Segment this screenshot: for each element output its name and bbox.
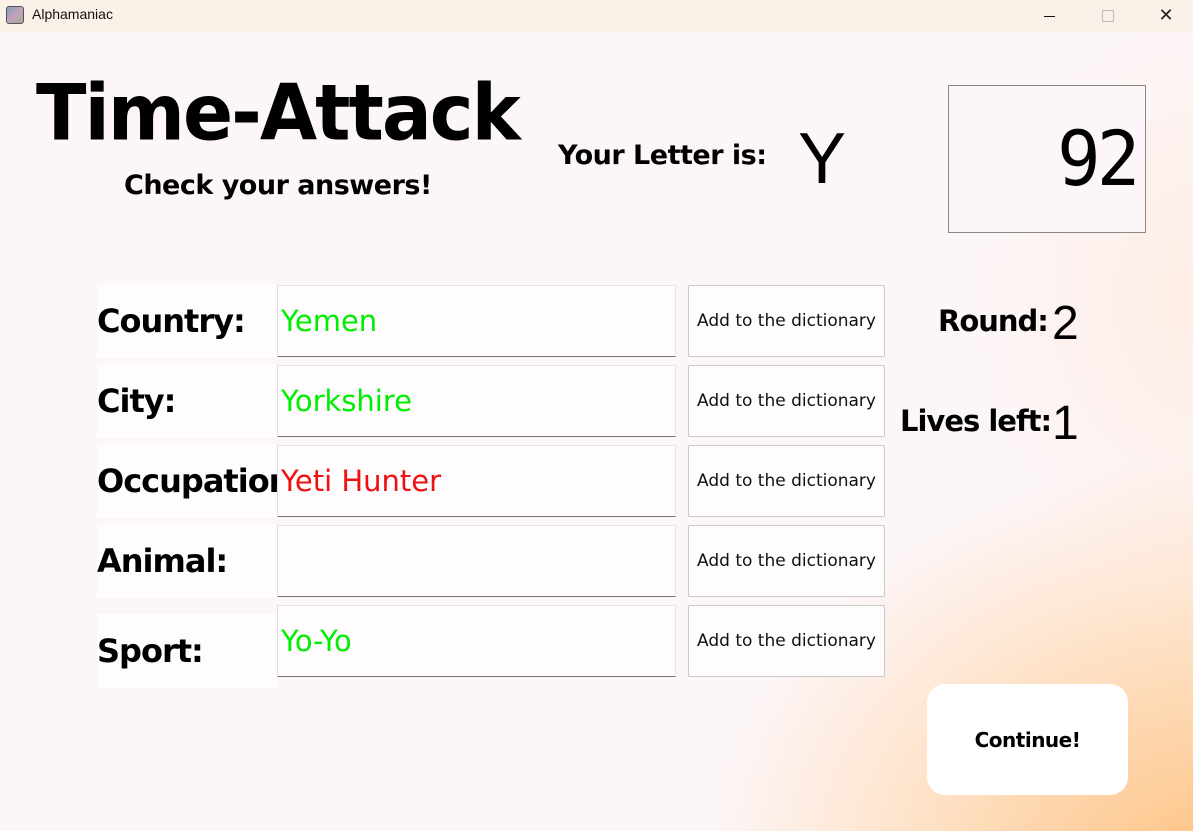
- round-label: Round:: [938, 304, 1049, 338]
- add-to-dictionary-button-occupation[interactable]: Add to the dictionary: [688, 445, 885, 517]
- lives-value: 1: [1052, 397, 1079, 450]
- page-title: Time-Attack: [36, 67, 521, 159]
- page-subtitle: Check your answers!: [124, 170, 432, 201]
- countdown-timer: 92: [948, 85, 1146, 233]
- continue-button[interactable]: Continue!: [927, 684, 1128, 795]
- add-to-dictionary-button-animal[interactable]: Add to the dictionary: [688, 525, 885, 597]
- close-button[interactable]: ✕: [1137, 0, 1193, 32]
- title-bar: Alphamaniac ✕: [0, 0, 1193, 32]
- answer-field-sport[interactable]: Yo-Yo: [277, 605, 676, 677]
- answer-field-animal[interactable]: [277, 525, 676, 597]
- maximize-icon: [1102, 10, 1114, 22]
- window-title: Alphamaniac: [32, 6, 113, 22]
- category-label-animal: Animal:: [97, 524, 277, 598]
- maximize-button[interactable]: [1079, 0, 1137, 32]
- category-label-sport: Sport:: [97, 614, 277, 688]
- letter-label: Your Letter is:: [558, 140, 767, 171]
- lives-label: Lives left:: [900, 404, 1052, 438]
- add-to-dictionary-button-sport[interactable]: Add to the dictionary: [688, 605, 885, 677]
- add-to-dictionary-button-country[interactable]: Add to the dictionary: [688, 285, 885, 357]
- minimize-button[interactable]: [1020, 0, 1078, 32]
- answer-field-occupation[interactable]: Yeti Hunter: [277, 445, 676, 517]
- minimize-icon: [1043, 15, 1055, 17]
- app-window: Alphamaniac ✕ Time-Attack Check your ans…: [0, 0, 1193, 831]
- category-label-country: Country:: [97, 284, 277, 358]
- answer-field-city[interactable]: Yorkshire: [277, 365, 676, 437]
- category-label-occupation: Occupation:: [97, 444, 303, 518]
- round-value: 2: [1052, 297, 1079, 350]
- add-to-dictionary-button-city[interactable]: Add to the dictionary: [688, 365, 885, 437]
- answer-field-country[interactable]: Yemen: [277, 285, 676, 357]
- timer-value: 92: [1057, 114, 1141, 203]
- close-icon: ✕: [1158, 5, 1174, 26]
- category-label-city: City:: [97, 364, 277, 438]
- current-letter: Y: [798, 119, 847, 199]
- app-icon: [6, 6, 24, 24]
